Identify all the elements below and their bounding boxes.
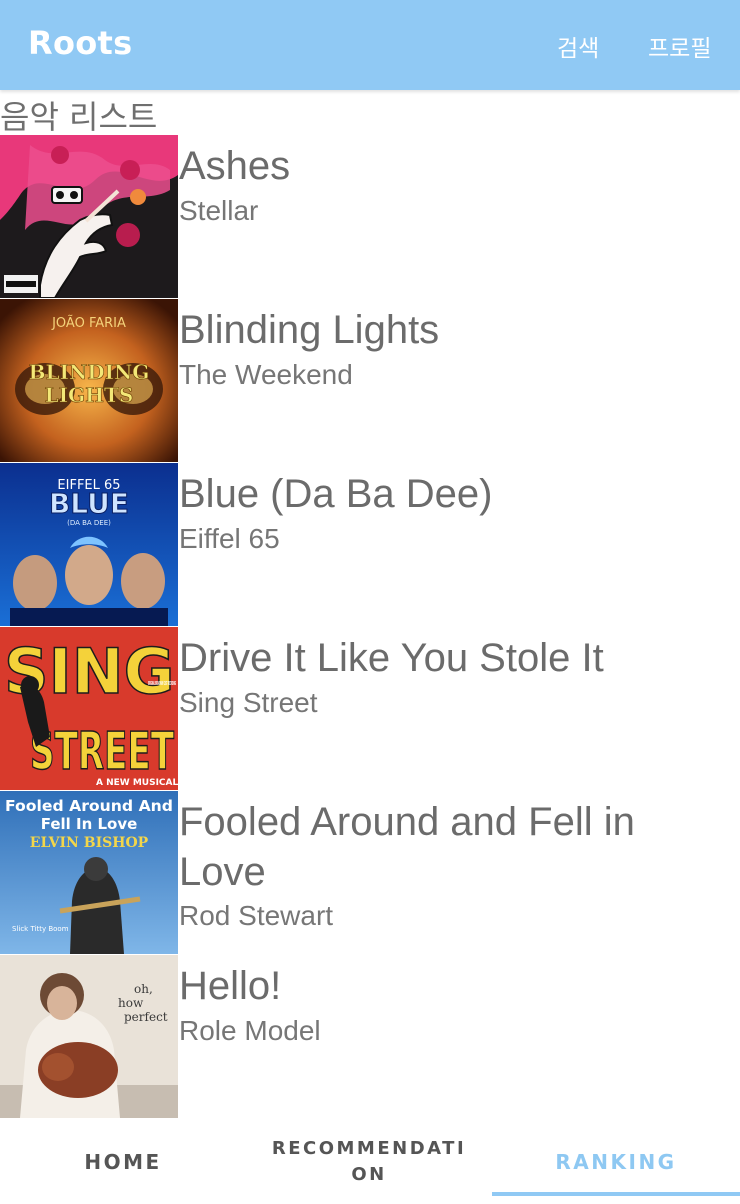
song-artist: Stellar: [179, 195, 259, 226]
album-art-text: ORIGINAL BROADWAY CAST RECORDING: [148, 681, 176, 687]
song-title: Drive It Like You Stole It: [179, 636, 604, 680]
song-item-fooled-around[interactable]: Fooled Around And Fell In Love ELVIN BIS…: [0, 791, 740, 955]
album-cover-blinding-lights-art: JOÃO FARIA BLINDING LIGHTS: [0, 299, 178, 462]
song-artist: Role Model: [179, 1015, 321, 1046]
album-cover-fooled-around-art: Fooled Around And Fell In Love ELVIN BIS…: [0, 791, 178, 954]
app-title[interactable]: Roots: [28, 24, 132, 62]
top-app-bar: Roots 검색 프로필: [0, 0, 740, 90]
album-art-text: BLINDING: [29, 360, 150, 384]
album-cover-hello: oh, how perfect: [0, 955, 178, 1118]
song-title: Blue (Da Ba Dee): [179, 472, 493, 516]
song-item-drive-it-like-you-stole-it[interactable]: SING STREET ORIGINAL BROADWAY CAST RECOR…: [0, 627, 740, 791]
album-art-text: Fell In Love: [41, 815, 138, 833]
search-menu-item[interactable]: 검색: [557, 29, 599, 63]
tab-ranking-label: RANKING: [555, 1150, 677, 1174]
song-list: Ashes Stellar JOÃO FARIA BLINDING LIGHTS…: [0, 135, 740, 1119]
song-title: Ashes: [179, 144, 291, 188]
tab-ranking[interactable]: RANKING: [492, 1120, 740, 1204]
song-item-hello[interactable]: oh, how perfect Hello! Role Model: [0, 955, 740, 1119]
album-cover-blinding-lights: JOÃO FARIA BLINDING LIGHTS: [0, 299, 178, 462]
tab-home[interactable]: HOME: [0, 1120, 246, 1204]
album-cover-fooled-around: Fooled Around And Fell In Love ELVIN BIS…: [0, 791, 178, 954]
album-art-text: BLUE: [49, 487, 129, 520]
album-art-text: JOÃO FARIA: [51, 315, 126, 331]
album-art-text: STREET: [30, 722, 174, 782]
bottom-tab-bar: HOME RECOMMENDATION RANKING: [0, 1120, 740, 1204]
song-item-blue[interactable]: EIFFEL 65 BLUE (DA BA DEE) Blue (Da Ba D…: [0, 463, 740, 627]
album-cover-ashes: [0, 135, 178, 298]
app-root: Roots 검색 프로필 음악 리스트 Ashes Stellar JOÃO F…: [0, 0, 740, 1204]
song-item-blinding-lights[interactable]: JOÃO FARIA BLINDING LIGHTS Blinding Ligh…: [0, 299, 740, 463]
album-art-text: (DA BA DEE): [67, 519, 111, 527]
album-art-text: how: [118, 996, 144, 1010]
tab-recommendation[interactable]: RECOMMENDATION: [246, 1120, 492, 1204]
active-tab-indicator: [492, 1192, 740, 1196]
song-artist: Eiffel 65: [179, 523, 280, 554]
album-cover-ashes-art: [0, 135, 178, 298]
song-artist: Sing Street: [179, 687, 318, 718]
song-item-ashes[interactable]: Ashes Stellar: [0, 135, 740, 299]
album-cover-hello-art: oh, how perfect: [0, 955, 178, 1118]
profile-menu-item[interactable]: 프로필: [648, 29, 711, 63]
album-cover-sing-street-art: SING STREET ORIGINAL BROADWAY CAST RECOR…: [0, 627, 178, 790]
album-art-text: perfect: [124, 1010, 168, 1024]
album-art-text: ELVIN BISHOP: [30, 835, 149, 851]
song-title: Blinding Lights: [179, 308, 440, 352]
music-list-heading: 음악 리스트: [0, 98, 158, 136]
tab-home-label: HOME: [84, 1150, 162, 1174]
album-cover-sing-street: SING STREET ORIGINAL BROADWAY CAST RECOR…: [0, 627, 178, 790]
song-title: Fooled Around and Fell in Love: [179, 800, 635, 894]
album-art-text: A NEW MUSICAL: [96, 778, 178, 788]
album-art-text: oh,: [134, 982, 153, 996]
tab-recommendation-label: RECOMMENDATION: [271, 1138, 467, 1185]
song-title: Hello!: [179, 964, 282, 1008]
album-cover-blue: EIFFEL 65 BLUE (DA BA DEE): [0, 463, 178, 626]
song-artist: Rod Stewart: [179, 900, 334, 931]
album-art-text: Slick Titty Boom: [12, 925, 69, 933]
album-art-text: LIGHTS: [45, 383, 134, 407]
album-art-text: Fooled Around And: [5, 797, 173, 815]
album-cover-blue-art: EIFFEL 65 BLUE (DA BA DEE): [0, 463, 178, 626]
song-artist: The Weekend: [179, 359, 353, 390]
